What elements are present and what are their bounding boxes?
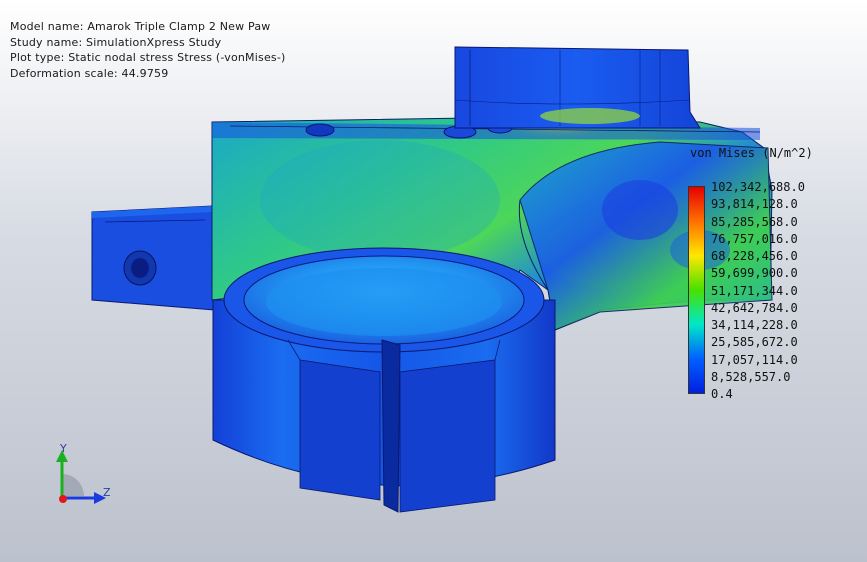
legend-value: 25,585,672.0 xyxy=(711,335,798,350)
model-viewport[interactable]: Model name: Amarok Triple Clamp 2 New Pa… xyxy=(0,0,867,562)
legend-labels: 102,342,688.0 93,814,128.0 85,285,568.0 76,… xyxy=(711,179,805,403)
z-axis-label: Z xyxy=(103,486,111,499)
legend-title: von Mises (N/m^2) xyxy=(690,146,813,160)
mounting-tab xyxy=(91,205,215,311)
triad-icon xyxy=(56,450,106,504)
y-axis-label: Y xyxy=(60,442,67,455)
legend-value: 68,228,456.0 xyxy=(711,249,798,264)
legend-value: 85,285,568.0 xyxy=(711,214,798,229)
legend-value: 34,114,228.0 xyxy=(711,318,798,333)
legend-value: 8,528,557.0 xyxy=(711,369,791,384)
legend-value: 102,342,688.0 xyxy=(711,180,805,194)
study-info: Model name: Amarok Triple Clamp 2 New Pa… xyxy=(10,19,286,81)
model-name-text: Model name: Amarok Triple Clamp 2 New Pa… xyxy=(10,20,271,33)
legend-value: 0.4 xyxy=(711,387,733,402)
legend-value: 93,814,128.0 xyxy=(711,197,798,212)
legend-value: 17,057,114.0 xyxy=(711,352,798,367)
upper-boss xyxy=(454,46,701,129)
clamp-cylinder xyxy=(212,247,556,513)
legend-value: 59,699,900.0 xyxy=(711,266,798,281)
axis-triad[interactable]: Y Z xyxy=(40,438,130,512)
legend-value: 76,757,016.0 xyxy=(711,231,798,246)
legend-value: 51,171,344.0 xyxy=(711,283,798,298)
legend-color-bar xyxy=(688,186,705,394)
deformation-scale-text: Deformation scale: 44.9759 xyxy=(10,66,169,80)
plot-type-text: Plot type: Static nodal stress Stress (-… xyxy=(10,51,286,64)
legend-value: 42,642,784.0 xyxy=(711,300,798,315)
study-name-text: Study name: SimulationXpress Study xyxy=(10,35,222,49)
